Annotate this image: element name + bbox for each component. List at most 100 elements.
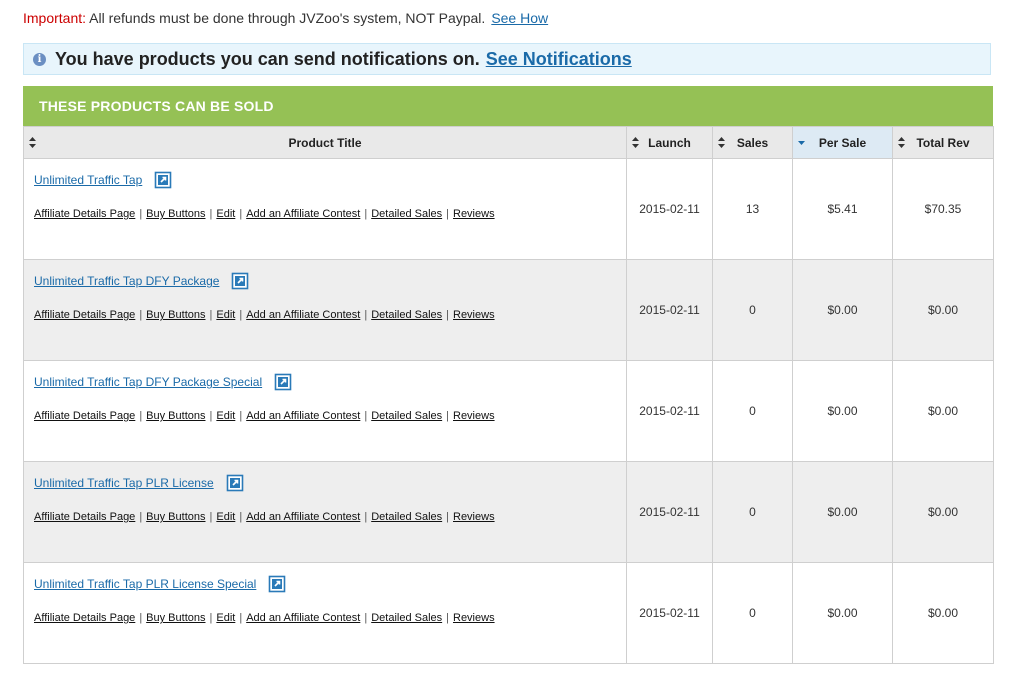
affiliate-details-link[interactable]: Affiliate Details Page [34,511,135,523]
detailed-sales-link[interactable]: Detailed Sales [371,612,442,624]
product-title-link[interactable]: Unlimited Traffic Tap DFY Package [34,274,219,288]
refund-notice: Important: All refunds must be done thro… [23,10,548,26]
table-row: Unlimited Traffic Tap PLR License Affili… [23,461,994,563]
sort-both-icon [632,137,639,148]
reviews-link[interactable]: Reviews [453,612,495,624]
edit-link[interactable]: Edit [216,309,235,321]
total-rev-cell: $0.00 [892,461,994,563]
link-separator: | [239,208,243,220]
sales-count-cell: 0 [712,562,793,664]
col-header-label: Total Rev [916,135,970,150]
product-action-links: Affiliate Details Page | Buy Buttons | Edit |… [34,410,626,422]
product-title-cell: Unlimited Traffic Tap PLR License Specia… [23,562,627,664]
buy-buttons-link[interactable]: Buy Buttons [146,511,205,523]
affiliate-contest-link[interactable]: Add an Affiliate Contest [246,511,360,523]
products-table: Product Title Launch Sales Per Sale Tota… [23,126,994,664]
link-separator: | [239,410,243,422]
affiliate-details-link[interactable]: Affiliate Details Page [34,208,135,220]
open-external-icon[interactable] [154,171,172,189]
sales-count-cell: 13 [712,158,793,260]
detailed-sales-link[interactable]: Detailed Sales [371,511,442,523]
buy-buttons-link[interactable]: Buy Buttons [146,410,205,422]
col-header-per-sale[interactable]: Per Sale [792,126,893,159]
product-title-link[interactable]: Unlimited Traffic Tap [34,173,142,187]
link-separator: | [209,511,213,523]
affiliate-contest-link[interactable]: Add an Affiliate Contest [246,612,360,624]
detailed-sales-link[interactable]: Detailed Sales [371,208,442,220]
open-external-icon[interactable] [268,575,286,593]
total-rev-cell: $0.00 [892,360,994,462]
product-title-link[interactable]: Unlimited Traffic Tap PLR License [34,476,214,490]
reviews-link[interactable]: Reviews [453,208,495,220]
col-header-sales[interactable]: Sales [712,126,793,159]
table-row: Unlimited Traffic Tap PLR License Specia… [23,562,994,664]
col-header-label: Per Sale [818,135,867,150]
affiliate-details-link[interactable]: Affiliate Details Page [34,612,135,624]
buy-buttons-link[interactable]: Buy Buttons [146,208,205,220]
link-separator: | [239,612,243,624]
per-sale-cell: $0.00 [792,259,893,361]
sales-count-cell: 0 [712,360,793,462]
notification-text: You have products you can send notificat… [55,48,480,69]
product-title-cell: Unlimited Traffic Tap Affiliate Details … [23,158,627,260]
table-row: Unlimited Traffic Tap DFY Package Specia… [23,360,994,462]
product-action-links: Affiliate Details Page | Buy Buttons | Edit |… [34,511,626,523]
launch-date-cell: 2015-02-11 [626,259,713,361]
total-rev-cell: $0.00 [892,259,994,361]
edit-link[interactable]: Edit [216,612,235,624]
link-separator: | [446,511,449,523]
sort-descending-icon [798,141,805,145]
product-action-links: Affiliate Details Page | Buy Buttons | Edit |… [34,612,626,624]
detailed-sales-link[interactable]: Detailed Sales [371,309,442,321]
launch-date-cell: 2015-02-11 [626,360,713,462]
products-section-title: THESE PRODUCTS CAN BE SOLD [39,98,274,114]
link-separator: | [239,309,243,321]
affiliate-details-link[interactable]: Affiliate Details Page [34,309,135,321]
see-notifications-link[interactable]: See Notifications [486,49,632,70]
see-how-link[interactable]: See How [491,10,548,26]
important-label: Important: [23,10,87,26]
product-title-link[interactable]: Unlimited Traffic Tap PLR License Specia… [34,577,256,591]
col-header-total-rev[interactable]: Total Rev [892,126,994,159]
table-row: Unlimited Traffic Tap Affiliate Details … [23,158,994,260]
link-separator: | [446,410,449,422]
affiliate-details-link[interactable]: Affiliate Details Page [34,410,135,422]
reviews-link[interactable]: Reviews [453,511,495,523]
col-header-label: Launch [648,135,691,150]
edit-link[interactable]: Edit [216,511,235,523]
reviews-link[interactable]: Reviews [453,410,495,422]
link-separator: | [446,612,449,624]
edit-link[interactable]: Edit [216,208,235,220]
open-external-icon[interactable] [231,272,249,290]
reviews-link[interactable]: Reviews [453,309,495,321]
per-sale-cell: $0.00 [792,461,893,563]
edit-link[interactable]: Edit [216,410,235,422]
product-title-cell: Unlimited Traffic Tap DFY Package Affili… [23,259,627,361]
product-title-link[interactable]: Unlimited Traffic Tap DFY Package Specia… [34,375,262,389]
link-separator: | [239,511,243,523]
open-external-icon[interactable] [274,373,292,391]
link-separator: | [209,208,213,220]
buy-buttons-link[interactable]: Buy Buttons [146,612,205,624]
refund-notice-text: All refunds must be done through JVZoo's… [86,10,486,26]
launch-date-cell: 2015-02-11 [626,562,713,664]
col-header-product-title[interactable]: Product Title [23,126,627,159]
affiliate-contest-link[interactable]: Add an Affiliate Contest [246,410,360,422]
col-header-launch[interactable]: Launch [626,126,713,159]
open-external-icon[interactable] [226,474,244,492]
notification-bar: i You have products you can send notific… [23,43,991,75]
affiliate-contest-link[interactable]: Add an Affiliate Contest [246,309,360,321]
table-header-row: Product Title Launch Sales Per Sale Tota… [23,126,994,159]
affiliate-contest-link[interactable]: Add an Affiliate Contest [246,208,360,220]
link-separator: | [139,410,143,422]
link-separator: | [139,208,143,220]
total-rev-cell: $0.00 [892,562,994,664]
link-separator: | [209,410,213,422]
buy-buttons-link[interactable]: Buy Buttons [146,309,205,321]
col-header-label: Sales [736,135,769,150]
per-sale-cell: $5.41 [792,158,893,260]
detailed-sales-link[interactable]: Detailed Sales [371,410,442,422]
link-separator: | [139,511,143,523]
link-separator: | [446,309,449,321]
launch-date-cell: 2015-02-11 [626,158,713,260]
